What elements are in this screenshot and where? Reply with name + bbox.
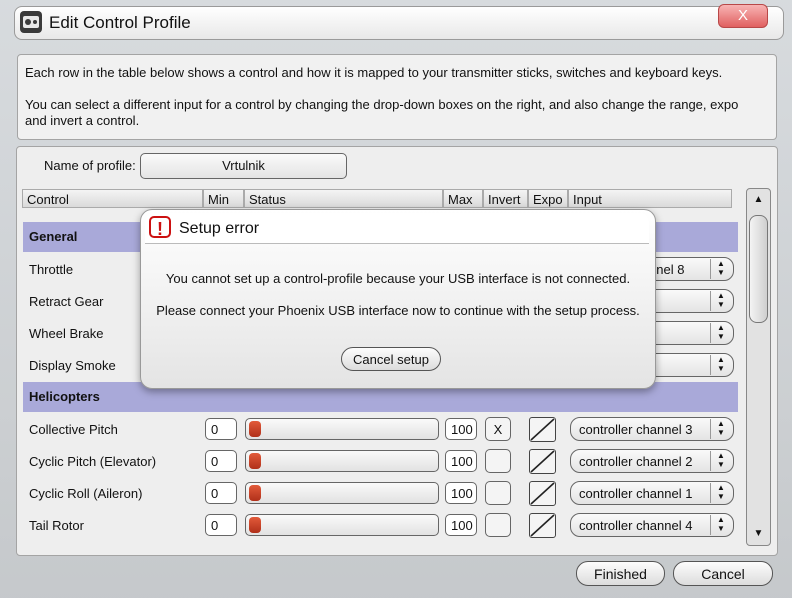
row-label-tail-rotor: Tail Rotor	[29, 518, 84, 533]
status-slider[interactable]	[245, 450, 439, 472]
status-slider[interactable]	[245, 482, 439, 504]
spinner-arrows-icon[interactable]: ▲ ▼	[710, 515, 731, 535]
min-input[interactable]: 0	[205, 418, 237, 440]
header-control[interactable]: Control	[22, 189, 203, 208]
input-select-value: controller channel 3	[579, 422, 693, 437]
header-expo[interactable]: Expo	[528, 189, 568, 208]
max-input[interactable]: 100	[445, 418, 477, 440]
header-input[interactable]: Input	[568, 189, 732, 208]
min-input[interactable]: 0	[205, 482, 237, 504]
input-select-cyclic-roll[interactable]: controller channel 1 ▲ ▼	[570, 481, 734, 505]
expo-curve-icon[interactable]	[529, 513, 556, 538]
finished-button[interactable]: Finished	[576, 561, 665, 586]
spinner-arrows-icon[interactable]: ▲ ▼	[710, 259, 731, 279]
input-select-value: controller channel 2	[579, 454, 693, 469]
spinner-arrows-icon[interactable]: ▲ ▼	[710, 483, 731, 503]
row-label-retract-gear: Retract Gear	[29, 294, 104, 309]
warning-icon: !	[149, 216, 171, 239]
dialog-title-bar: ! Setup error	[145, 213, 649, 244]
spinner-arrows-icon[interactable]: ▲ ▼	[710, 419, 731, 439]
input-select-value: controller channel 1	[579, 486, 693, 501]
slider-knob[interactable]	[249, 517, 261, 533]
close-button[interactable]: X	[718, 4, 768, 28]
header-max[interactable]: Max	[443, 189, 483, 208]
invert-checkbox[interactable]	[485, 481, 511, 505]
expo-curve-icon[interactable]	[529, 449, 556, 474]
invert-checkbox[interactable]	[485, 513, 511, 537]
input-select-collective-pitch[interactable]: controller channel 3 ▲ ▼	[570, 417, 734, 441]
min-input[interactable]: 0	[205, 514, 237, 536]
cancel-setup-button[interactable]: Cancel setup	[341, 347, 441, 371]
spinner-arrows-icon[interactable]: ▲ ▼	[710, 451, 731, 471]
expo-curve-icon[interactable]	[529, 417, 556, 442]
max-input[interactable]: 100	[445, 450, 477, 472]
app-logo-icon	[20, 11, 42, 33]
min-input[interactable]: 0	[205, 450, 237, 472]
dialog-message-2: Please connect your Phoenix USB interfac…	[156, 303, 640, 318]
header-min[interactable]: Min	[203, 189, 244, 208]
slider-knob[interactable]	[249, 453, 261, 469]
scroll-down-icon[interactable]: ▼	[747, 523, 770, 545]
dialog-title: Setup error	[179, 220, 260, 237]
profile-name-label: Name of profile:	[44, 158, 136, 173]
spinner-arrows-icon[interactable]: ▲ ▼	[710, 323, 731, 343]
profile-name-input[interactable]: Vrtulnik	[140, 153, 347, 179]
title-bar: Edit Control Profile	[14, 6, 784, 40]
row-label-throttle: Throttle	[29, 262, 74, 277]
cancel-button[interactable]: Cancel	[673, 561, 773, 586]
info-panel: Each row in the table below shows a cont…	[17, 54, 777, 140]
row-label-cyclic-roll: Cyclic Roll (Aileron)	[29, 486, 143, 501]
row-label-collective-pitch: Collective Pitch	[29, 422, 118, 437]
setup-error-dialog: ! Setup error You cannot set up a contro…	[140, 209, 656, 389]
scroll-up-icon[interactable]: ▲	[747, 189, 770, 211]
max-input[interactable]: 100	[445, 514, 477, 536]
invert-checkbox[interactable]: X	[485, 417, 511, 441]
input-select-cyclic-pitch[interactable]: controller channel 2 ▲ ▼	[570, 449, 734, 473]
spinner-arrows-icon[interactable]: ▲ ▼	[710, 291, 731, 311]
header-invert[interactable]: Invert	[483, 189, 528, 208]
row-label-display-smoke: Display Smoke	[29, 358, 116, 373]
row-label-wheel-brake: Wheel Brake	[29, 326, 104, 341]
status-slider[interactable]	[245, 418, 439, 440]
max-input[interactable]: 100	[445, 482, 477, 504]
input-select-tail-rotor[interactable]: controller channel 4 ▲ ▼	[570, 513, 734, 537]
vertical-scrollbar[interactable]: ▲ ▼	[746, 188, 771, 546]
window-title: Edit Control Profile	[49, 13, 191, 32]
spinner-arrows-icon[interactable]: ▲ ▼	[710, 355, 731, 375]
status-slider[interactable]	[245, 514, 439, 536]
row-label-cyclic-pitch: Cyclic Pitch (Elevator)	[29, 454, 157, 469]
header-status[interactable]: Status	[244, 189, 443, 208]
slider-knob[interactable]	[249, 421, 261, 437]
expo-curve-icon[interactable]	[529, 481, 556, 506]
dialog-message-1: You cannot set up a control-profile beca…	[165, 271, 631, 286]
info-line-1: Each row in the table below shows a cont…	[25, 65, 723, 80]
scroll-thumb[interactable]	[749, 215, 768, 323]
info-line-2: You can select a different input for a c…	[25, 97, 739, 112]
slider-knob[interactable]	[249, 485, 261, 501]
input-select-value: controller channel 4	[579, 518, 693, 533]
info-line-3: and invert a control.	[25, 113, 140, 128]
invert-checkbox[interactable]	[485, 449, 511, 473]
